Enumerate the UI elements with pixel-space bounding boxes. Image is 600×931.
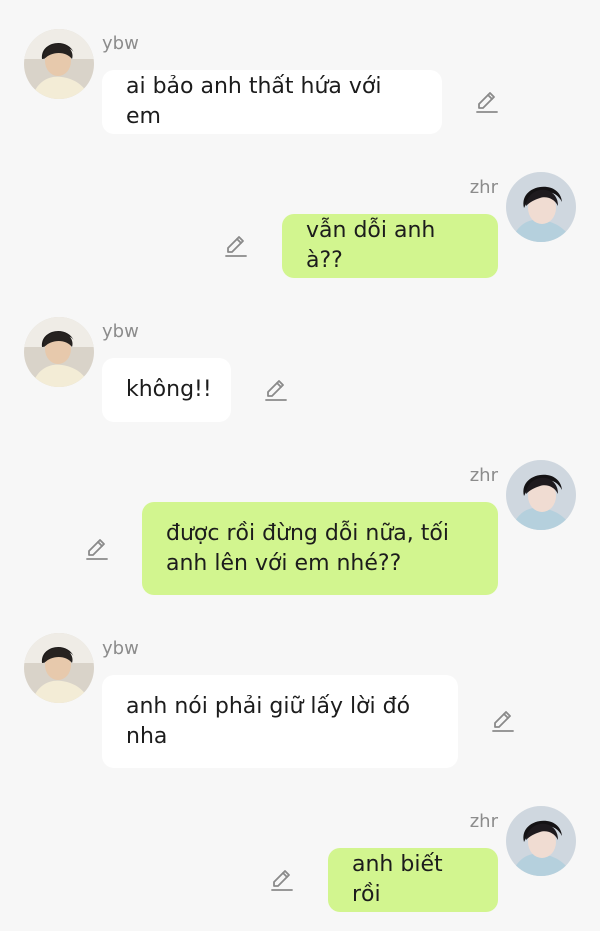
avatar-zhr-icon xyxy=(506,172,576,242)
sender-name: ybw xyxy=(102,321,139,342)
message-bubble[interactable]: anh nói phải giữ lấy lời đó nha xyxy=(102,675,458,768)
sender-name: zhr xyxy=(469,177,498,198)
sender-name: zhr xyxy=(469,465,498,486)
pencil-icon[interactable] xyxy=(474,89,500,115)
message-text: ai bảo anh thất hứa với em xyxy=(126,74,382,129)
message-bubble[interactable]: được rồi đừng dỗi nữa, tối anh lên với e… xyxy=(142,502,498,595)
pencil-icon[interactable] xyxy=(263,377,289,403)
avatar[interactable] xyxy=(506,806,576,876)
avatar[interactable] xyxy=(24,633,94,703)
avatar-zhr-icon xyxy=(506,806,576,876)
message-text: anh nói phải giữ lấy lời đó nha xyxy=(126,693,411,749)
message-text: không!! xyxy=(126,377,212,402)
avatar[interactable] xyxy=(506,172,576,242)
sender-name: zhr xyxy=(469,811,498,832)
sender-name: ybw xyxy=(102,638,139,659)
avatar[interactable] xyxy=(24,317,94,387)
pencil-icon[interactable] xyxy=(490,708,516,734)
pencil-icon[interactable] xyxy=(223,233,249,259)
avatar-ybw-icon xyxy=(24,317,94,387)
pencil-icon[interactable] xyxy=(269,867,295,893)
pencil-icon[interactable] xyxy=(84,536,110,562)
avatar-ybw-icon xyxy=(24,29,94,99)
message-bubble[interactable]: không!! xyxy=(102,358,231,422)
sender-name: ybw xyxy=(102,33,139,54)
message-text: anh biết rồi xyxy=(352,852,443,907)
avatar-ybw-icon xyxy=(24,633,94,703)
message-text: vẫn dỗi anh à?? xyxy=(306,218,436,273)
message-bubble[interactable]: ai bảo anh thất hứa với em xyxy=(102,70,442,134)
message-bubble[interactable]: anh biết rồi xyxy=(328,848,498,912)
avatar[interactable] xyxy=(506,460,576,530)
message-bubble[interactable]: vẫn dỗi anh à?? xyxy=(282,214,498,278)
avatar[interactable] xyxy=(24,29,94,99)
avatar-zhr-icon xyxy=(506,460,576,530)
message-text: được rồi đừng dỗi nữa, tối anh lên với e… xyxy=(166,520,449,576)
